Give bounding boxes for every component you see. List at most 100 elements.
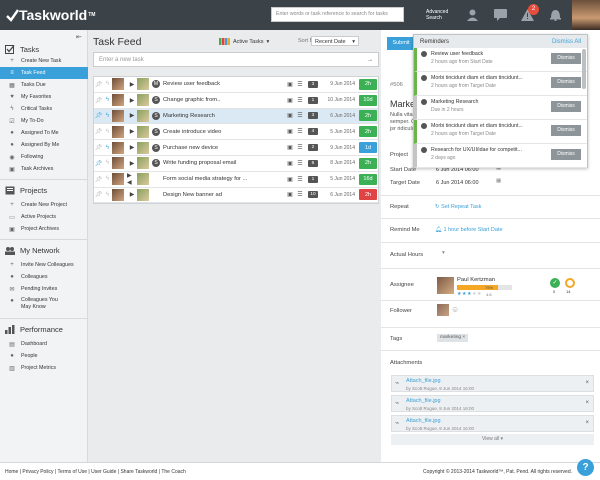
image-attachment-icon[interactable]: ▣ xyxy=(285,144,295,151)
remove-attachment-icon[interactable]: × xyxy=(585,420,589,426)
critical-bolt-icon[interactable]: ϟ xyxy=(103,97,112,103)
remove-attachment-icon[interactable]: × xyxy=(585,380,589,386)
messages-icon[interactable] xyxy=(494,9,507,21)
task-name[interactable]: Change graphic from.. xyxy=(163,97,285,103)
remind-link[interactable]: 🔔︎ 1 hour before Start Date xyxy=(435,227,503,233)
sidebar-item-people[interactable]: ● People xyxy=(0,350,88,362)
checklist-icon[interactable]: ☰ xyxy=(295,191,305,198)
task-row[interactable]: 📌︎ ϟ ▶ S Purchase new device ▣ ☰ 2 9 Jun 2014 1d xyxy=(94,140,378,156)
reminder-item[interactable]: Morbi tincidunt diam et diam tincidunt..… xyxy=(414,72,587,96)
chevron-down-icon[interactable]: ▾ xyxy=(442,250,445,256)
sidebar-item-assigned-by-me[interactable]: ● Assigned By Me xyxy=(0,139,88,151)
image-attachment-icon[interactable]: ▣ xyxy=(285,160,295,167)
assignee-avatar[interactable] xyxy=(137,109,149,122)
new-task-input[interactable]: Enter a new task → xyxy=(93,52,379,67)
sidebar-item-project-metrics[interactable]: ▥ Project Metrics xyxy=(0,362,88,374)
reminder-item[interactable]: Morbi tincidunt diam et diam tincidunt..… xyxy=(414,120,587,144)
critical-bolt-icon[interactable]: ϟ xyxy=(103,129,112,135)
assigner-avatar[interactable] xyxy=(112,94,124,107)
assignee-avatar[interactable] xyxy=(137,125,149,138)
pin-icon[interactable]: 📌︎ xyxy=(94,160,103,167)
task-name[interactable]: Marketing Research xyxy=(163,113,285,119)
task-name[interactable]: Write funding proposal email xyxy=(163,160,285,166)
sidebar-item-my-favorites[interactable]: ♥ My Favorites xyxy=(0,91,88,103)
assigner-avatar[interactable] xyxy=(112,157,124,170)
pin-icon[interactable]: 📌︎ xyxy=(94,112,103,119)
checklist-icon[interactable]: ☰ xyxy=(295,128,305,135)
submit-arrow-icon[interactable]: → xyxy=(367,57,373,63)
assigner-avatar[interactable] xyxy=(112,173,124,186)
task-row[interactable]: 📌︎ ϟ ▶ S Change graphic from.. ▣ ☰ 1 10 Jun 2014… xyxy=(94,92,378,109)
assigner-avatar[interactable] xyxy=(112,78,124,91)
footer-link[interactable]: The Coach xyxy=(161,469,185,475)
assignee-avatar[interactable] xyxy=(437,277,454,294)
sidebar-item-pending-invites[interactable]: ✉ Pending Invites xyxy=(0,283,88,295)
critical-bolt-icon[interactable]: ϟ xyxy=(103,160,112,166)
sort-select[interactable]: Recent Date ▾ xyxy=(311,36,359,46)
comment-count[interactable]: 3 xyxy=(308,80,318,88)
assigner-avatar[interactable] xyxy=(112,141,124,154)
task-name[interactable]: Design New banner ad xyxy=(163,192,285,198)
task-name[interactable]: Create introduce video xyxy=(163,129,285,135)
scrollbar[interactable] xyxy=(582,49,586,89)
comment-count[interactable]: 1 xyxy=(308,96,318,104)
remove-tag-icon[interactable]: × xyxy=(462,335,465,340)
critical-bolt-icon[interactable]: ϟ xyxy=(103,192,112,198)
collapse-sidebar-icon[interactable]: ⇤ xyxy=(76,33,82,41)
assignee-avatar[interactable] xyxy=(137,78,149,91)
footer-link[interactable]: Share Taskworld xyxy=(120,469,157,475)
critical-bolt-icon[interactable]: ϟ xyxy=(103,113,112,119)
task-row[interactable]: 📌︎ ϟ ▶ M Review user feedback ▣ ☰ 3 9 Jun 2014 2h xyxy=(94,77,378,93)
dismiss-button[interactable]: Dismiss xyxy=(551,53,581,64)
assignee-avatar[interactable] xyxy=(137,94,149,107)
checklist-icon[interactable]: ☰ xyxy=(295,97,305,104)
sidebar-item-colleagues[interactable]: ● Colleagues xyxy=(0,271,88,283)
sidebar-item-my-todo[interactable]: ☑ My To-Do xyxy=(0,115,88,127)
task-row[interactable]: 📌︎ ϟ ▶ ◀ Form social media strategy for ...… xyxy=(94,171,378,188)
critical-bolt-icon[interactable]: ϟ xyxy=(103,145,112,151)
footer-link[interactable]: Privacy Policy xyxy=(22,469,53,475)
colleagues-icon[interactable] xyxy=(466,9,479,21)
critical-bolt-icon[interactable]: ϟ xyxy=(103,81,112,87)
assigner-avatar[interactable] xyxy=(112,109,124,122)
sidebar-item-project-archives[interactable]: ▣ Project Archives xyxy=(0,223,88,235)
help-button[interactable]: ? xyxy=(577,459,594,476)
assigner-avatar[interactable] xyxy=(112,188,124,201)
attachment-item[interactable]: ⌁ Attach_file.jpg by Scott Rogue, 8 Jun 20… xyxy=(391,415,594,432)
sidebar-item-tasks-due[interactable]: ▦ Tasks Due xyxy=(0,79,88,91)
task-name[interactable]: Purchase new device xyxy=(163,145,285,151)
pin-icon[interactable]: 📌︎ xyxy=(94,128,103,135)
pin-icon[interactable]: 📌︎ xyxy=(94,97,103,104)
comment-count[interactable]: 3 xyxy=(308,112,318,120)
checklist-icon[interactable]: ☰ xyxy=(295,176,305,183)
calendar-icon[interactable]: ▦ xyxy=(496,178,501,184)
dismiss-all-link[interactable]: Dismiss All xyxy=(552,39,581,45)
pin-icon[interactable]: 📌︎ xyxy=(94,191,103,198)
follower-avatar[interactable] xyxy=(437,304,449,316)
sidebar-item-colleagues-you-may-know[interactable]: ● Colleagues You May Know xyxy=(0,295,88,315)
task-row[interactable]: 📌︎ ϟ ▶ Design New banner ad ▣ ☰ 10 6 Jun 2014 2h xyxy=(94,187,378,204)
image-attachment-icon[interactable]: ▣ xyxy=(285,112,295,119)
view-selector[interactable]: Active Tasks ▾ xyxy=(219,38,269,45)
sidebar-item-critical-tasks[interactable]: ϟ Critical Tasks xyxy=(0,103,88,115)
logo[interactable]: Taskworld TM xyxy=(6,7,95,23)
reminder-item[interactable]: Research for UX/UI/idae for competit... 2… xyxy=(414,144,587,168)
assignee-avatar[interactable] xyxy=(137,188,149,201)
checklist-icon[interactable]: ☰ xyxy=(295,160,305,167)
approve-icon[interactable]: ✓ xyxy=(550,278,560,288)
dismiss-button[interactable]: Dismiss xyxy=(551,125,581,136)
assignee-avatar[interactable] xyxy=(137,141,149,154)
pin-icon[interactable]: 📌︎ xyxy=(94,144,103,151)
sidebar-item-invite-colleagues[interactable]: + Invite New Colleagues xyxy=(0,259,88,271)
comment-count[interactable]: 6 xyxy=(308,159,318,167)
add-follower-icon[interactable]: ☺ xyxy=(451,305,459,314)
task-row[interactable]: 📌︎ ϟ ▶ S Write funding proposal email ▣ ☰ 6 8 Ju… xyxy=(94,155,378,172)
critical-bolt-icon[interactable]: ϟ xyxy=(103,176,112,182)
assignee-avatar[interactable] xyxy=(137,157,149,170)
sidebar-item-create-new-task[interactable]: + Create New Task xyxy=(0,55,88,67)
sidebar-item-dashboard[interactable]: ▤ Dashboard xyxy=(0,338,88,350)
bell-icon[interactable] xyxy=(549,9,562,21)
sidebar-item-assigned-to-me[interactable]: ● Assigned To Me xyxy=(0,127,88,139)
sidebar-item-active-projects[interactable]: ▭ Active Projects xyxy=(0,211,88,223)
image-attachment-icon[interactable]: ▣ xyxy=(285,97,295,104)
